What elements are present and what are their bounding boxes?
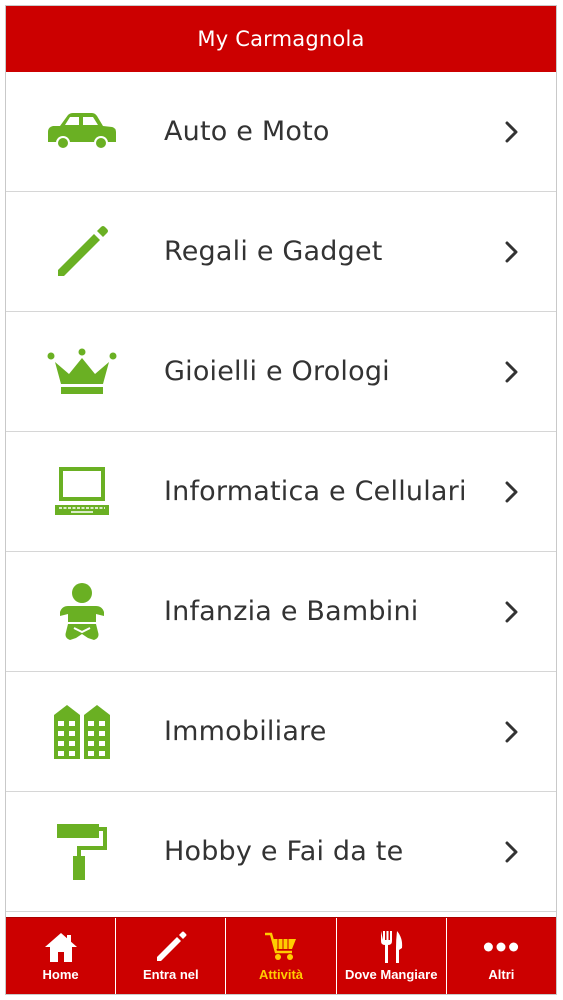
- tab-label: Altri: [488, 967, 515, 982]
- chevron-right-icon: [502, 840, 522, 864]
- baby-icon: [46, 576, 118, 648]
- tab-entra-nel[interactable]: Entra nel: [116, 918, 227, 994]
- fork-knife-icon: [373, 930, 409, 964]
- list-item-gioielli-orologi[interactable]: Gioielli e Orologi: [6, 312, 556, 432]
- tab-label: Entra nel: [142, 967, 199, 982]
- bottom-tab-bar: Home Entra nel Attività Dove Mangiare Al…: [6, 917, 556, 994]
- cart-icon: [263, 930, 299, 964]
- buildings-icon: [46, 696, 118, 768]
- list-item-informatica-cellulari[interactable]: Informatica e Cellulari: [6, 432, 556, 552]
- list-item-hobby-fai-da-te[interactable]: Hobby e Fai da te: [6, 792, 556, 912]
- chevron-right-icon: [502, 120, 522, 144]
- list-item-label: Gioielli e Orologi: [164, 356, 390, 387]
- chevron-right-icon: [502, 480, 522, 504]
- app-title: My Carmagnola: [197, 27, 365, 51]
- list-item-label: Auto e Moto: [164, 116, 330, 147]
- list-item-label: Informatica e Cellulari: [164, 476, 467, 507]
- car-icon: [46, 96, 118, 168]
- tab-label: Home: [42, 967, 79, 982]
- tab-dove-mangiare[interactable]: Dove Mangiare: [337, 918, 447, 994]
- tab-altri[interactable]: Altri: [447, 918, 556, 994]
- crown-icon: [46, 336, 118, 408]
- list-item-label: Regali e Gadget: [164, 236, 383, 267]
- pencil-icon: [46, 216, 118, 288]
- more-icon: [483, 930, 519, 964]
- list-item-auto-moto[interactable]: Auto e Moto: [6, 72, 556, 192]
- tab-home[interactable]: Home: [6, 918, 117, 994]
- chevron-right-icon: [502, 600, 522, 624]
- category-list: Auto e Moto Regali e Gadget Gioielli e O…: [6, 72, 556, 912]
- list-item-immobiliare[interactable]: Immobiliare: [6, 672, 556, 792]
- laptop-icon: [46, 456, 118, 528]
- app-header: My Carmagnola: [6, 6, 556, 72]
- app-frame: My Carmagnola Auto e Moto Regali e Gadge…: [5, 5, 557, 995]
- list-item-regali-gadget[interactable]: Regali e Gadget: [6, 192, 556, 312]
- chevron-right-icon: [502, 720, 522, 744]
- chevron-right-icon: [502, 360, 522, 384]
- pencil-icon: [153, 930, 189, 964]
- list-item-label: Immobiliare: [164, 716, 327, 747]
- paint-roller-icon: [46, 816, 118, 888]
- tab-label: Dove Mangiare: [344, 967, 438, 982]
- tab-label: Attività: [258, 967, 304, 982]
- list-item-label: Infanzia e Bambini: [164, 596, 419, 627]
- tab-attivita[interactable]: Attività: [226, 918, 337, 994]
- chevron-right-icon: [502, 240, 522, 264]
- list-item-infanzia-bambini[interactable]: Infanzia e Bambini: [6, 552, 556, 672]
- home-icon: [43, 930, 79, 964]
- list-item-label: Hobby e Fai da te: [164, 836, 404, 867]
